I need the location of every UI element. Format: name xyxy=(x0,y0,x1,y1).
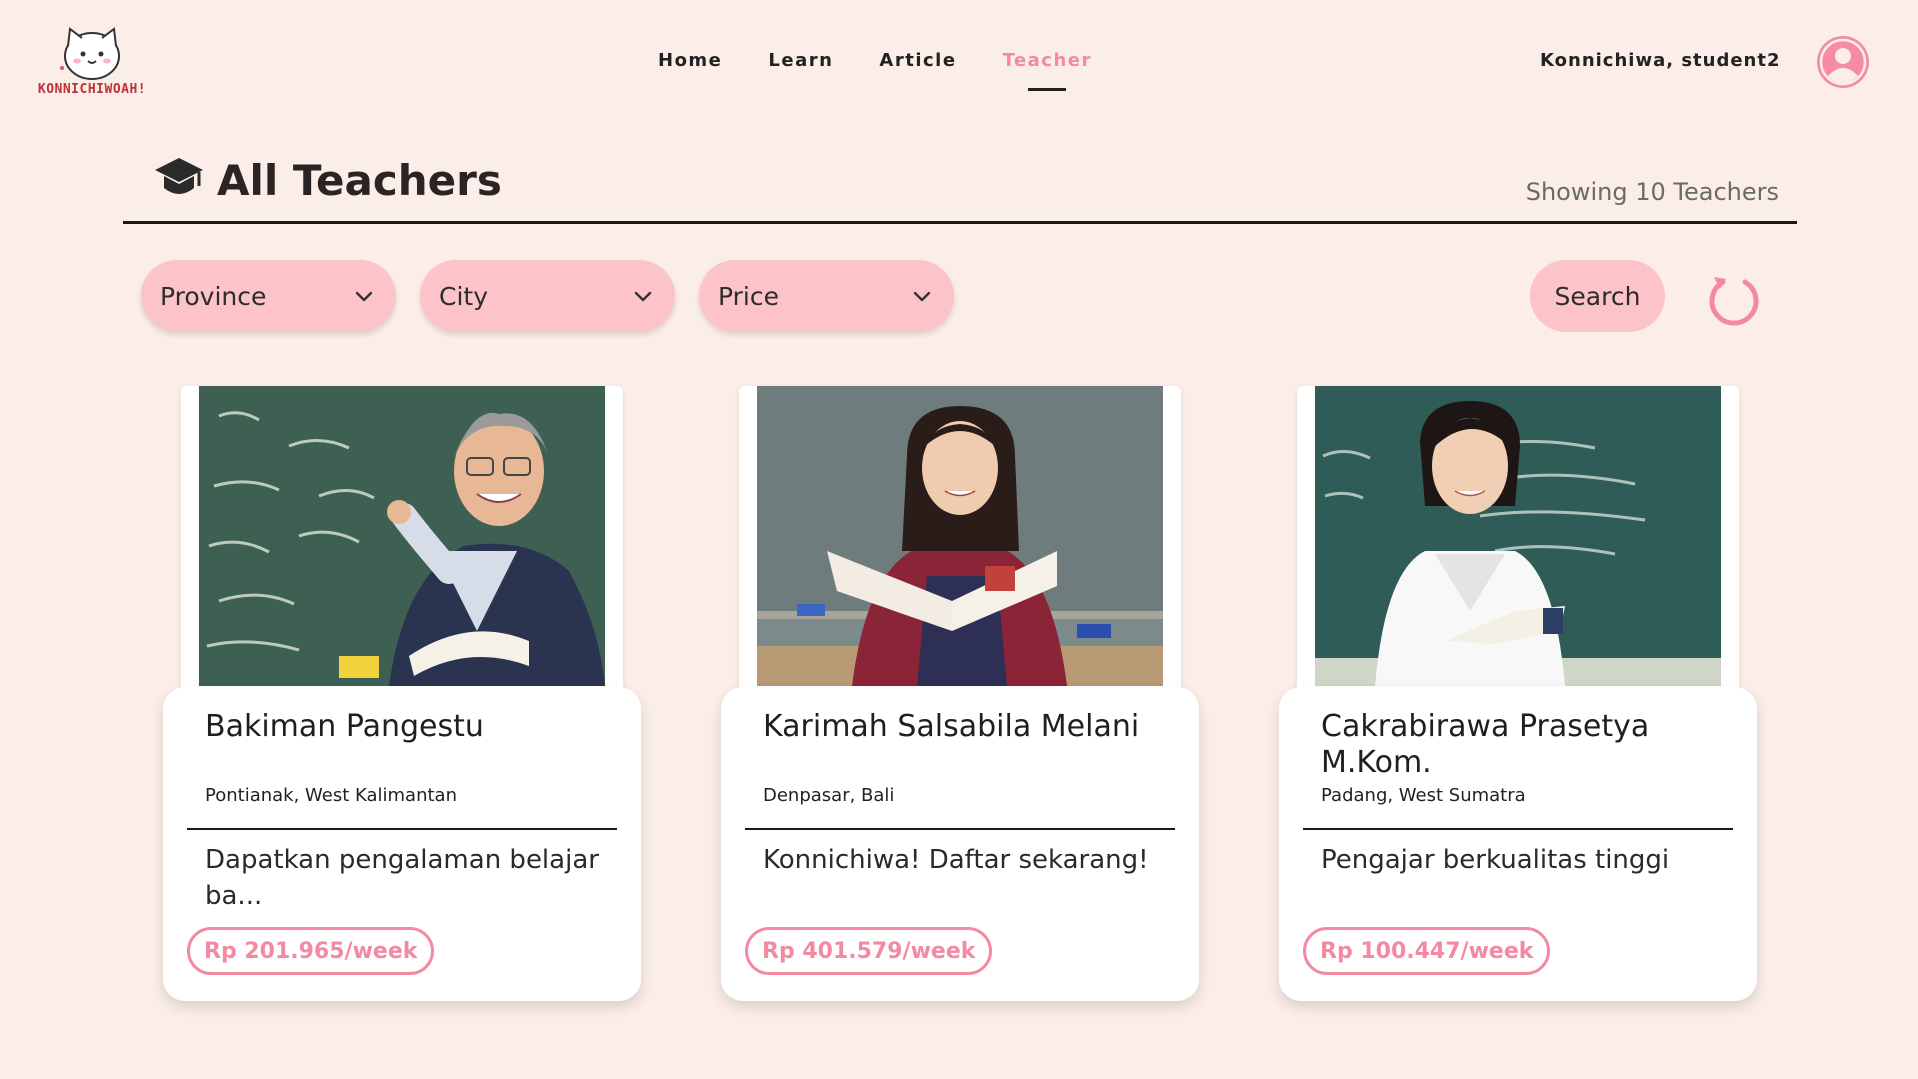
nav-learn[interactable]: Learn xyxy=(768,50,833,71)
card-divider xyxy=(1303,828,1733,830)
teacher-price: Rp 201.965/week xyxy=(187,927,435,975)
teacher-location: Pontianak, West Kalimantan xyxy=(205,785,457,806)
page-header: All Teachers Showing 10 Teachers xyxy=(123,152,1797,224)
teacher-description: Pengajar berkualitas tinggi xyxy=(1321,845,1670,875)
teacher-location: Padang, West Sumatra xyxy=(1321,785,1526,806)
main-nav: Home Learn Article Teacher xyxy=(658,50,1092,91)
teacher-photo-frame xyxy=(181,386,623,700)
teacher-card[interactable]: Karimah Salsabila Melani Denpasar, Bali … xyxy=(721,687,1199,1001)
teacher-photo-frame xyxy=(1297,386,1739,700)
user-avatar-button[interactable] xyxy=(1817,36,1869,88)
teacher-name: Karimah Salsabila Melani xyxy=(763,709,1140,744)
page-title: All Teachers xyxy=(217,156,502,205)
nav-teacher[interactable]: Teacher xyxy=(1003,50,1092,91)
user-avatar-icon xyxy=(1818,37,1868,87)
price-select[interactable]: Price xyxy=(699,260,954,332)
graduation-cap-icon xyxy=(155,158,203,194)
teacher-name: Cakrabirawa Prasetya M.Kom. xyxy=(1321,709,1650,780)
teacher-description: Konnichiwa! Daftar sekarang! xyxy=(763,845,1149,875)
chevron-down-icon xyxy=(634,291,652,302)
city-select[interactable]: City xyxy=(420,260,675,332)
card-divider xyxy=(187,828,617,830)
province-select-label: Province xyxy=(160,281,267,311)
chevron-down-icon xyxy=(913,291,931,302)
reset-icon[interactable] xyxy=(1706,270,1762,326)
teacher-count: Showing 10 Teachers xyxy=(1525,178,1779,206)
price-select-label: Price xyxy=(718,281,779,311)
teacher-photo xyxy=(757,386,1163,686)
teacher-description: Dapatkan pengalaman belajar ba... xyxy=(205,845,599,911)
teacher-photo-frame xyxy=(739,386,1181,700)
cat-logo-icon xyxy=(60,27,120,80)
teacher-photo xyxy=(199,386,605,686)
city-select-label: City xyxy=(439,281,488,311)
province-select[interactable]: Province xyxy=(141,260,396,332)
search-button[interactable]: Search xyxy=(1530,260,1665,332)
teacher-card[interactable]: Bakiman Pangestu Pontianak, West Kaliman… xyxy=(163,687,641,1001)
user-greeting: Konnichiwa, student2 xyxy=(1540,50,1781,71)
chevron-down-icon xyxy=(355,291,373,302)
teacher-price: Rp 100.447/week xyxy=(1303,927,1551,975)
teacher-price: Rp 401.579/week xyxy=(745,927,993,975)
brand-logo[interactable]: KONNICHIWOAH! xyxy=(22,24,162,104)
teacher-location: Denpasar, Bali xyxy=(763,785,895,806)
card-divider xyxy=(745,828,1175,830)
teacher-photo xyxy=(1315,386,1721,686)
nav-article[interactable]: Article xyxy=(879,50,956,71)
brand-name: KONNICHIWOAH! xyxy=(37,82,147,97)
nav-home[interactable]: Home xyxy=(658,50,722,71)
teacher-card[interactable]: Cakrabirawa Prasetya M.Kom. Padang, West… xyxy=(1279,687,1757,1001)
teacher-name: Bakiman Pangestu xyxy=(205,709,484,744)
